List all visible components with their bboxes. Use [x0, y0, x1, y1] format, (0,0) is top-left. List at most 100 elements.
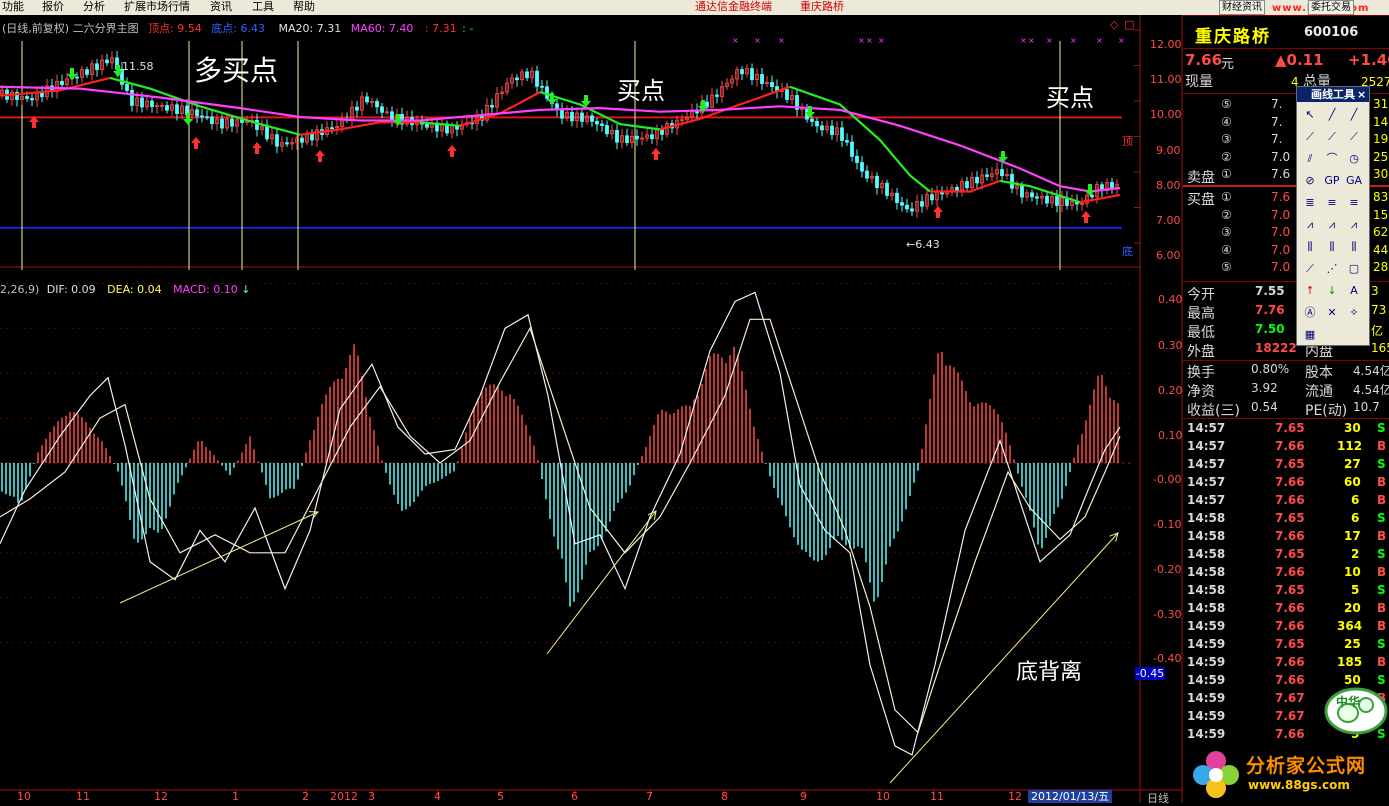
marker-x-icon: ×	[1028, 36, 1035, 45]
promo-stock[interactable]: 重庆路桥	[800, 0, 844, 14]
drawing-toolbox[interactable]: 画线工具 × ↖ ╱ ╱ ⟋ ⟋ ⟋ ⫽ ⌒ ◷ ⊘ GP GA ≣ ≡ ≡ ⩘ ⩘ ⩘ ⫼ ⫼ ⫼ ⟋ ⋰ ▢ ↑ ↓ A Ⓐ ✕ ✧ ▦	[1296, 86, 1370, 346]
tick-volume: 27	[1344, 457, 1361, 471]
tick-time: 14:59	[1187, 709, 1226, 723]
fund-label: 换手	[1187, 365, 1215, 381]
draw-tool-icon[interactable]: ⫼	[1301, 239, 1319, 255]
menu-item-help[interactable]: 帮助	[293, 0, 315, 14]
toolbox-titlebar[interactable]: 画线工具 ×	[1297, 87, 1369, 102]
candle-body	[95, 63, 99, 71]
draw-tool-icon[interactable]: ≡	[1345, 195, 1363, 211]
price-tick: 6.00	[1156, 249, 1181, 262]
tick-price: 7.65	[1275, 547, 1305, 561]
macd-tick: -0.40	[1153, 652, 1182, 665]
tick-time: 14:57	[1187, 493, 1226, 507]
draw-tool-icon[interactable]: ✧	[1345, 305, 1363, 321]
draw-tool-icon[interactable]: ▦	[1301, 327, 1319, 343]
draw-tool-icon[interactable]: ⊘	[1301, 173, 1319, 189]
price-tick: 7.00	[1156, 214, 1181, 227]
candle-body	[355, 106, 359, 111]
buy-point-annotation-1: 买点	[617, 77, 665, 105]
candle-body	[920, 201, 924, 207]
trade-button[interactable]: 委托交易	[1308, 0, 1354, 15]
finance-news-button[interactable]: 财经资讯	[1219, 0, 1265, 15]
menu-item-analysis[interactable]: 分析	[83, 0, 105, 14]
draw-tool-icon[interactable]: ⟋	[1345, 129, 1363, 145]
draw-tool-icon[interactable]: ≣	[1301, 195, 1319, 211]
menu-item-extended-market[interactable]: 扩展市场行情	[124, 0, 190, 14]
tick-price: 7.66	[1275, 475, 1305, 489]
candle-body	[1030, 192, 1034, 198]
candle-body	[815, 121, 819, 127]
stat-value-2: 亿	[1371, 324, 1384, 338]
draw-tool-icon[interactable]: ⫼	[1345, 239, 1363, 255]
draw-tool-icon[interactable]: ╱	[1345, 107, 1363, 123]
draw-tool-icon[interactable]: ╱	[1323, 107, 1341, 123]
buy-arrow-icon	[315, 150, 325, 162]
draw-tool-icon[interactable]: ✕	[1323, 305, 1341, 321]
draw-tool-icon[interactable]: ⫽	[1301, 151, 1319, 167]
menu-item-function[interactable]: 功能	[2, 0, 24, 14]
sell-level-volume: 14	[1373, 114, 1389, 129]
candle-body	[785, 89, 789, 100]
draw-tool-icon[interactable]: ↓	[1323, 283, 1341, 299]
candle-body	[525, 71, 529, 79]
draw-tool-icon[interactable]: ⩘	[1345, 217, 1363, 233]
fund-label-2: 股本	[1305, 365, 1333, 381]
buy-level-volume: 44	[1373, 242, 1389, 257]
draw-tool-icon[interactable]: ⩘	[1301, 217, 1319, 233]
tick-side: B	[1377, 565, 1387, 579]
draw-tool-icon[interactable]: ≡	[1323, 195, 1341, 211]
last-price: 7.66	[1185, 51, 1223, 69]
k-line-chart[interactable]: × × × × × × × × × × × ×	[0, 15, 1183, 803]
draw-tool-icon[interactable]: ▢	[1345, 261, 1363, 277]
macd-tick: -0.00	[1153, 473, 1182, 486]
promo-terminal[interactable]: 通达信金融终端	[695, 0, 772, 14]
draw-tool-icon[interactable]: ◷	[1345, 151, 1363, 167]
diamond-icon[interactable]: ◇	[1110, 18, 1118, 31]
draw-tool-icon[interactable]: ⋰	[1323, 261, 1341, 277]
tick-time: 14:58	[1187, 565, 1226, 579]
tick-price: 7.65	[1275, 421, 1305, 435]
stat-value-2: 73	[1371, 303, 1387, 317]
candle-body	[580, 112, 584, 122]
candle-body	[285, 142, 289, 145]
time-tick: 5	[497, 790, 504, 803]
tick-price: 7.67	[1275, 709, 1305, 723]
period-label[interactable]: 日线	[1147, 790, 1169, 806]
time-tick: 4	[434, 790, 441, 803]
tick-volume: 364	[1337, 619, 1363, 633]
candle-body	[770, 82, 774, 88]
candle-body	[750, 68, 754, 81]
draw-tool-icon[interactable]: GA	[1345, 173, 1363, 189]
draw-tool-icon[interactable]: ⫼	[1323, 239, 1341, 255]
menu-item-quote[interactable]: 报价	[42, 0, 64, 14]
square-icon[interactable]: □	[1124, 18, 1134, 31]
sell-level-volume: 30	[1373, 167, 1389, 181]
close-icon[interactable]: ×	[1357, 87, 1366, 102]
draw-tool-icon[interactable]: ⩘	[1323, 217, 1341, 233]
candle-body	[175, 104, 179, 114]
draw-tool-icon[interactable]: ⌒	[1323, 151, 1341, 167]
tick-price: 7.66	[1275, 565, 1305, 579]
tick-time: 14:59	[1187, 619, 1226, 633]
buy-level-index: ①	[1221, 190, 1232, 204]
draw-tool-icon[interactable]: GP	[1323, 173, 1341, 189]
menu-item-news[interactable]: 资讯	[210, 0, 232, 14]
tick-price: 7.66	[1275, 529, 1305, 543]
menu-item-tools[interactable]: 工具	[252, 0, 274, 14]
tick-price: 7.65	[1275, 511, 1305, 525]
marker-x-icon: ×	[1046, 36, 1053, 45]
macd-label: MACD: 0.10	[173, 283, 238, 296]
candle-body	[715, 94, 719, 97]
draw-tool-icon[interactable]: ↑	[1301, 283, 1319, 299]
draw-tool-icon[interactable]: ⟋	[1301, 129, 1319, 145]
buy-level-price: 7.0	[1271, 260, 1291, 274]
draw-tool-icon[interactable]: ⟋	[1323, 129, 1341, 145]
draw-tool-icon[interactable]: Ⓐ	[1301, 305, 1319, 321]
draw-tool-icon[interactable]: ↖	[1301, 107, 1319, 123]
draw-tool-icon[interactable]: A	[1345, 283, 1363, 299]
flower-logo-icon	[1193, 751, 1239, 798]
marker-x-icon: ×	[1096, 36, 1103, 45]
tick-side: B	[1377, 529, 1387, 543]
draw-tool-icon[interactable]: ⟋	[1301, 261, 1319, 277]
